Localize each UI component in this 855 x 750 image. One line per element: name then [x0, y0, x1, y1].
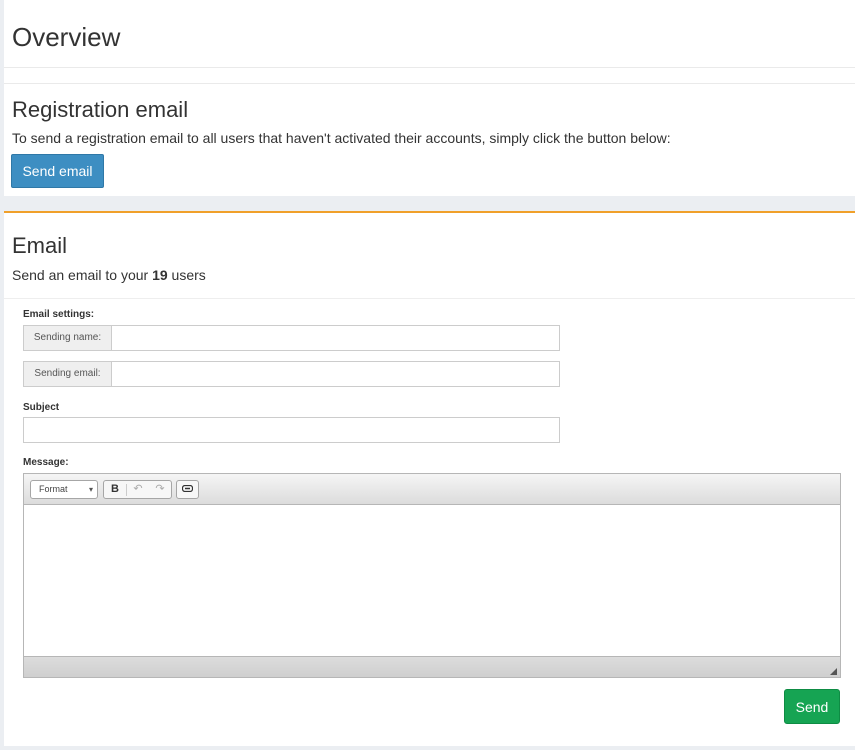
- subject-input[interactable]: [23, 417, 560, 443]
- editor-toolbar: Format ▾ B ↶ ↷: [24, 474, 840, 505]
- editor-statusbar: [24, 656, 840, 677]
- email-settings-label: Email settings:: [23, 309, 95, 320]
- message-editor: Format ▾ B ↶ ↷: [23, 473, 841, 678]
- sending-name-group: Sending name:: [23, 325, 560, 351]
- sending-name-input[interactable]: [112, 326, 559, 350]
- bold-button[interactable]: B: [104, 481, 126, 498]
- message-body-area[interactable]: [24, 505, 840, 655]
- message-label: Message:: [23, 457, 69, 468]
- registration-title: Registration email: [12, 97, 189, 122]
- user-count: 19: [152, 267, 168, 283]
- email-title: Email: [12, 233, 68, 258]
- email-description: Send an email to your 19 users: [12, 267, 206, 283]
- divider: [4, 67, 855, 68]
- divider: [4, 298, 855, 299]
- chevron-down-icon: ▾: [88, 485, 93, 494]
- link-icon[interactable]: [177, 481, 198, 498]
- resize-handle-icon[interactable]: [830, 668, 837, 675]
- subject-label: Subject: [23, 402, 60, 413]
- registration-description: To send a registration email to all user…: [12, 130, 671, 146]
- page-title: Overview: [12, 22, 121, 52]
- editor-link-group: [176, 480, 199, 499]
- redo-icon[interactable]: ↷: [149, 481, 171, 498]
- send-registration-email-button[interactable]: Send email: [11, 154, 104, 188]
- email-panel: Email Send an email to your 19 users Ema…: [4, 211, 855, 746]
- sending-name-label: Sending name:: [24, 326, 112, 350]
- editor-basic-group: B ↶ ↷: [103, 480, 172, 499]
- format-dropdown[interactable]: Format ▾: [30, 480, 98, 499]
- send-button[interactable]: Send: [784, 689, 840, 724]
- sending-email-label: Sending email:: [24, 362, 112, 386]
- undo-icon[interactable]: ↶: [127, 481, 149, 498]
- sending-email-input[interactable]: [112, 362, 559, 386]
- overview-panel: Overview Registration email To send a re…: [4, 0, 855, 196]
- sending-email-group: Sending email:: [23, 361, 560, 387]
- divider: [4, 83, 855, 84]
